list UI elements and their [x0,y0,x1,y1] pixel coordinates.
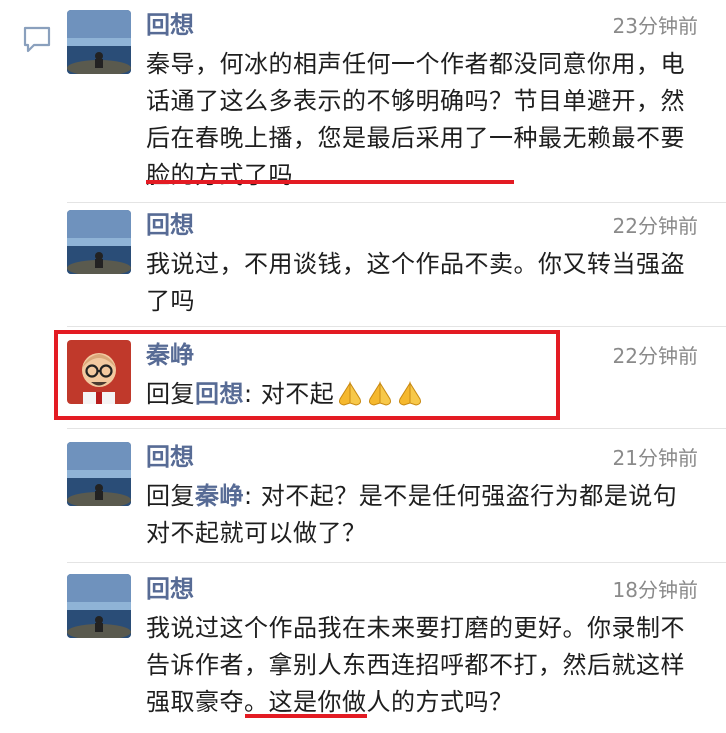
highlight-box [54,330,560,420]
comment-item: 回想 18分钟前 我说过这个作品我在未来要打磨的更好。你录制不告诉作者，拿别人东… [67,574,698,724]
comment-item: 回想 23分钟前 秦导，何冰的相声任何一个作者都没同意你用，电话通了这么多表示的… [67,10,698,195]
comment-author[interactable]: 回想 [146,210,194,240]
divider [67,428,726,429]
comment-time: 23分钟前 [612,14,698,38]
comment-author[interactable]: 回想 [146,442,194,472]
comment-text: 我说过这个作品我在未来要打磨的更好。你录制不告诉作者，拿别人东西连招呼都不打，然… [146,614,685,716]
reply-target-name[interactable]: 秦峥 [195,482,244,510]
comment-text: 我说过，不用谈钱，这个作品不卖。你又转当强盗了吗 [146,250,685,315]
comment-author[interactable]: 回想 [146,10,194,40]
avatar[interactable] [67,10,131,74]
reply-prefix: 回复 [146,482,195,510]
comment-time: 18分钟前 [612,578,698,602]
comment-text: 秦导，何冰的相声任何一个作者都没同意你用，电话通了这么多表示的不够明确吗？节目单… [146,50,685,189]
comment-time: 22分钟前 [612,214,698,238]
divider [67,326,726,327]
comment-bubble-icon [23,26,51,53]
highlight-underline [146,180,514,184]
comment-time: 22分钟前 [612,344,698,368]
comment-item: 回想 21分钟前 回复秦峥: 对不起？是不是任何强盗行为都是说句对不起就可以做了… [67,442,698,554]
comment-text: 回复秦峥: 对不起？是不是任何强盗行为都是说句对不起就可以做了？ [146,478,698,552]
divider [67,202,726,203]
avatar[interactable] [67,442,131,506]
comment-item: 回想 22分钟前 我说过，不用谈钱，这个作品不卖。你又转当强盗了吗 [67,210,698,320]
avatar[interactable] [67,210,131,274]
comment-author[interactable]: 回想 [146,574,194,604]
avatar[interactable] [67,574,131,638]
highlight-underline [245,714,367,718]
comment-time: 21分钟前 [612,446,698,470]
divider [67,562,726,563]
